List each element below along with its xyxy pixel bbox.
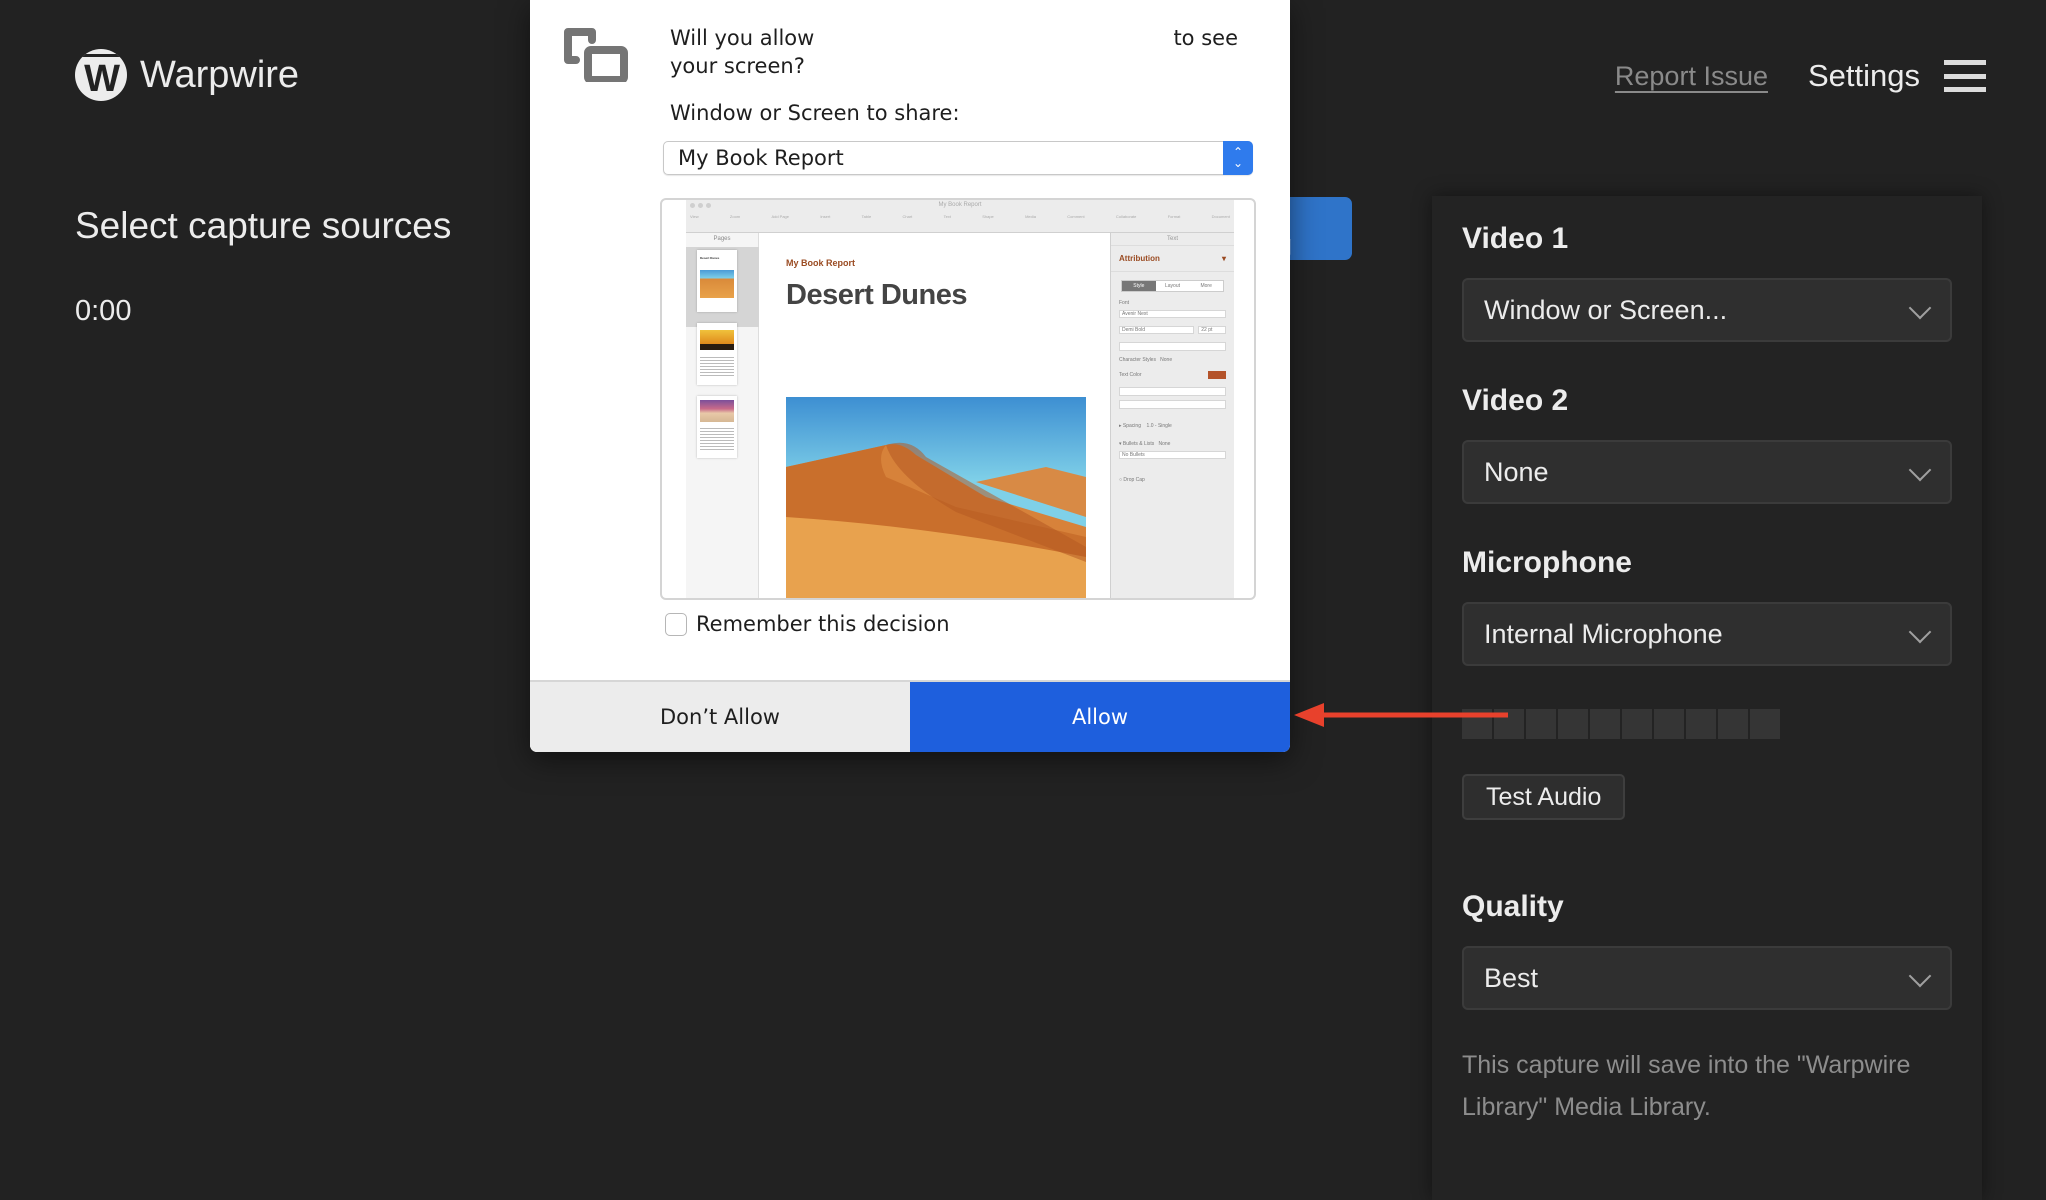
preview-toolbar-item: View [690,214,699,219]
audio-meter-segment [1590,709,1620,739]
alignment-buttons [1119,387,1226,396]
checkbox-icon[interactable] [665,612,687,636]
video1-label: Video 1 [1462,222,1569,255]
page-title: Select capture sources [75,205,452,246]
capture-settings-panel: Video 1 Window or Screen... Video 2 None… [1432,196,1982,1200]
preview-toolbar-item: Text [943,214,951,219]
quality-select[interactable]: Best [1462,946,1952,1010]
desert-dunes-image [786,397,1086,598]
warpwire-logo-icon: W [75,49,127,101]
recording-timer: 0:00 [75,295,132,327]
preview-toolbar-item: Insert [820,214,831,219]
inspector-tabs: Style Layout More [1121,280,1224,292]
inspector-style-name: Attribution ▾ [1111,246,1234,272]
hamburger-menu-icon[interactable] [1944,60,1986,92]
font-family: Avenir Next [1119,310,1226,318]
chevron-down-icon [1908,620,1932,644]
chevron-down-icon [1908,296,1932,320]
pages-header: Pages [713,236,731,242]
report-issue-link[interactable]: Report Issue [1615,61,1768,92]
font-label: Font [1119,300,1130,306]
page-thumbnail: Desert Dunes [697,250,737,312]
page-thumbnail [697,396,737,458]
remember-label: Remember this decision [696,612,950,636]
share-source-label: Window or Screen to share: [670,101,960,125]
preview-toolbar-item: Table [861,214,872,219]
window-select-popup[interactable]: My Book Report ⌃ ⌄ [663,141,1253,175]
dialog-question-start: Will you allow [670,26,815,50]
video2-value: None [1484,456,1549,487]
preview-toolbar-item: Comment [1067,214,1085,219]
indent-buttons [1119,400,1226,409]
allow-button[interactable]: Allow [910,682,1290,752]
header-nav: Report Issue Settings [1615,58,1986,94]
preview-window-title: My Book Report [938,202,982,208]
annotation-arrow-icon [1294,703,1508,727]
preview-window: My Book Report View Zoom Add Page Insert Tab… [686,200,1234,598]
inspector-header: Text [1111,233,1234,246]
settings-link[interactable]: Settings [1808,58,1920,94]
bullets-type: No Bullets [1119,451,1226,459]
quality-label: Quality [1462,890,1564,923]
preview-toolbar-item: Media [1025,214,1036,219]
page-thumbnail [697,323,737,385]
quality-value: Best [1484,962,1539,993]
preview-toolbar-item: Format [1167,214,1181,219]
video1-value: Window or Screen... [1484,294,1728,325]
preview-toolbar-item: Add Page [771,214,790,219]
microphone-value: Internal Microphone [1484,618,1723,649]
text-color: Text Color [1119,371,1226,379]
screen-share-dialog: Will you allow to see your screen? Windo… [530,0,1290,752]
window-preview[interactable]: My Book Report View Zoom Add Page Insert Tab… [660,198,1256,600]
screen-share-icon [564,28,628,82]
doc-kicker: My Book Report [786,258,856,268]
preview-toolbar-item: Collaborate [1115,214,1137,219]
preview-toolbar-item: Zoom [729,214,741,219]
warpwire-logo[interactable]: W Warpwire [75,49,299,101]
audio-meter-segment [1654,709,1684,739]
character-styles: Character Styles None [1119,357,1173,363]
preview-inspector: Text Attribution ▾ Style Layout More Font… [1110,233,1234,598]
microphone-label: Microphone [1462,546,1632,579]
library-note: This capture will save into the "Warpwir… [1462,1051,1911,1121]
up-down-chevron-icon: ⌃ ⌄ [1223,141,1253,175]
dialog-question-end: your screen? [670,54,805,78]
bullets-row: ▾ Bullets & Lists None [1119,441,1171,447]
preview-toolbar-item: Chart [902,214,913,219]
microphone-select[interactable]: Internal Microphone [1462,602,1952,666]
preview-toolbar-item: Shape [982,214,994,219]
doc-title: Desert Dunes [786,279,967,311]
remember-decision-checkbox[interactable]: Remember this decision [665,612,950,636]
preview-pages-sidebar: Pages Desert Dunes [686,233,759,598]
audio-meter-segment [1526,709,1556,739]
dialog-buttons: Don’t Allow Allow [530,680,1290,752]
video1-select[interactable]: Window or Screen... [1462,278,1952,342]
chevron-down-icon [1908,964,1932,988]
text-style-buttons [1119,342,1226,351]
dialog-question-mid: to see [1173,26,1238,50]
font-weight-size: Demi Bold 22 pt [1119,322,1226,338]
audio-meter-segment [1686,709,1716,739]
video2-label: Video 2 [1462,384,1569,417]
preview-document: My Book Report Desert Dunes [760,233,1110,598]
audio-meter-segment [1558,709,1588,739]
selected-window: My Book Report [678,146,844,170]
drop-cap: ○ Drop Cap [1119,477,1145,483]
audio-meter-segment [1750,709,1780,739]
video2-select[interactable]: None [1462,440,1952,504]
audio-meter-segment [1622,709,1652,739]
brand-name: Warpwire [140,53,300,96]
preview-toolbar-items: View Zoom Add Page Insert Table Chart Text Shap… [690,214,1230,219]
dont-allow-button[interactable]: Don’t Allow [530,682,910,752]
audio-meter-segment [1718,709,1748,739]
preview-toolbar: My Book Report View Zoom Add Page Insert Tab… [686,200,1234,233]
chevron-down-icon [1908,458,1932,482]
test-audio-button[interactable]: Test Audio [1462,774,1626,820]
preview-toolbar-item: Document [1211,214,1230,219]
spacing-row: ▸ Spacing 1.0 - Single [1119,423,1172,429]
